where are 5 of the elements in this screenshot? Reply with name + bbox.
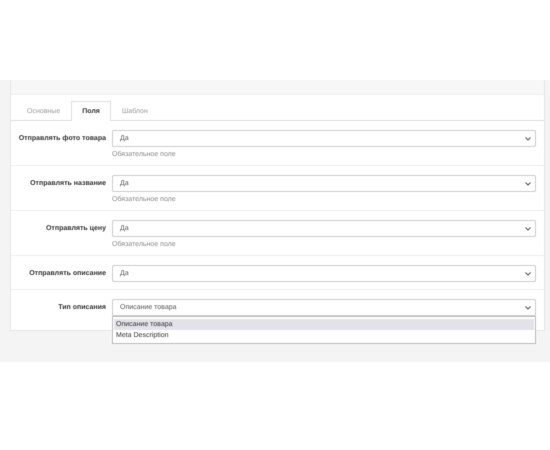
caret-icon	[525, 136, 531, 140]
caret-icon	[525, 226, 531, 230]
caret-icon	[525, 306, 531, 310]
caret-icon	[525, 182, 531, 186]
caret-icon	[525, 272, 531, 276]
